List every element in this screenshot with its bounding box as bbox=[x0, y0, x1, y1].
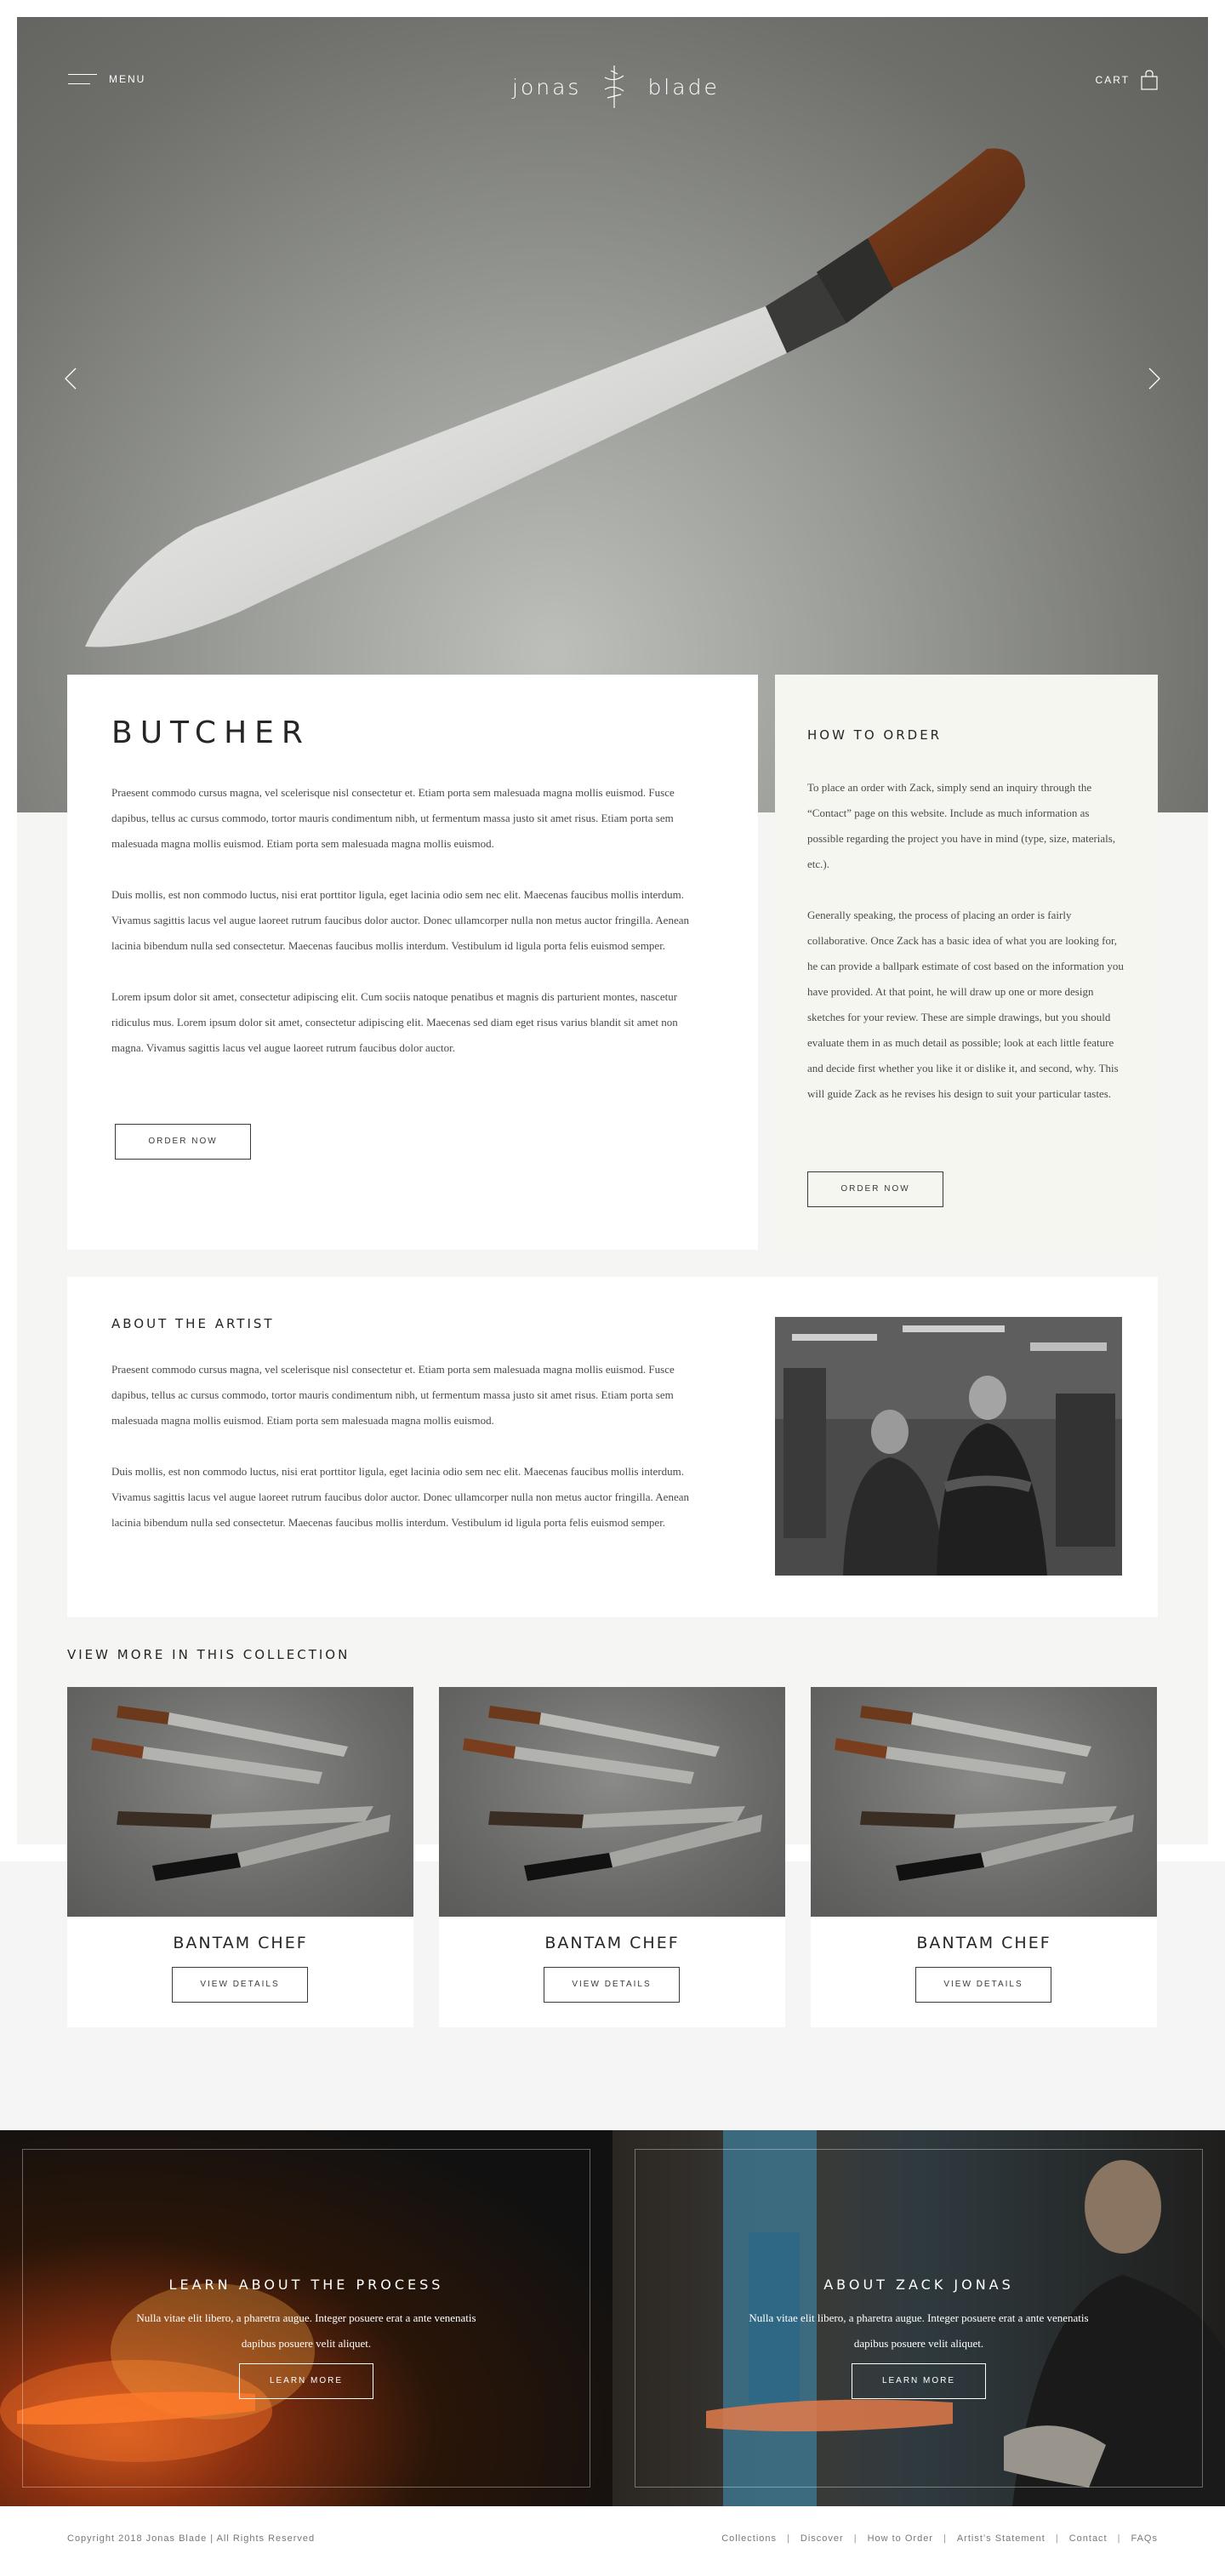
view-details-button[interactable]: VIEW DETAILS bbox=[915, 1967, 1051, 2003]
footer-link-artists-statement[interactable]: Artist’s Statement bbox=[957, 2533, 1046, 2544]
promo-text: Nulla vitae elit libero, a pharetra augu… bbox=[136, 2311, 476, 2350]
artist-paragraph: Duis mollis, est non commodo luctus, nis… bbox=[111, 1465, 689, 1529]
promo-title: ABOUT ZACK JONAS bbox=[823, 2277, 1014, 2293]
artist-paragraph: Praesent commodo cursus magna, vel scele… bbox=[111, 1363, 675, 1427]
collection-item[interactable]: BANTAM CHEF VIEW DETAILS bbox=[811, 1687, 1157, 2027]
collection-item-image bbox=[67, 1687, 413, 1917]
learn-more-button[interactable]: LEARN MORE bbox=[852, 2363, 986, 2399]
collection-item[interactable]: BANTAM CHEF VIEW DETAILS bbox=[67, 1687, 413, 2027]
footer-nav: Collections | Discover | How to Order | … bbox=[721, 2533, 1158, 2544]
how-to-order-paragraph: To place an order with Zack, simply send… bbox=[807, 781, 1116, 870]
site-logo[interactable]: jonas blade bbox=[512, 64, 720, 110]
top-navigation: MENU jonas blade CART bbox=[17, 17, 1208, 111]
cart-button[interactable]: CART bbox=[1096, 70, 1159, 90]
logo-word-right: blade bbox=[647, 74, 720, 100]
promo-process[interactable]: LEARN ABOUT THE PROCESS Nulla vitae elit… bbox=[0, 2130, 612, 2506]
how-to-order-text: To place an order with Zack, simply send… bbox=[807, 775, 1127, 1132]
learn-more-button[interactable]: LEARN MORE bbox=[239, 2363, 373, 2399]
logo-word-left: jonas bbox=[512, 74, 582, 100]
shopping-bag-icon bbox=[1141, 70, 1158, 90]
about-artist-title: ABOUT THE ARTIST bbox=[111, 1316, 275, 1331]
cart-label: CART bbox=[1095, 74, 1130, 86]
product-description: Praesent commodo cursus magna, vel scele… bbox=[111, 780, 712, 1086]
collection-item-name: BANTAM CHEF bbox=[916, 1934, 1051, 1952]
menu-label: MENU bbox=[109, 73, 146, 85]
site-footer: Copyright 2018 Jonas Blade | All Rights … bbox=[0, 2506, 1225, 2576]
footer-separator: | bbox=[1117, 2533, 1121, 2544]
about-artist-text: Praesent commodo cursus magna, vel scele… bbox=[111, 1357, 712, 1561]
collection-item[interactable]: BANTAM CHEF VIEW DETAILS bbox=[439, 1687, 785, 2027]
footer-separator: | bbox=[853, 2533, 858, 2544]
view-details-button[interactable]: VIEW DETAILS bbox=[544, 1967, 680, 2003]
footer-link-faqs[interactable]: FAQs bbox=[1131, 2533, 1158, 2544]
collection-title: VIEW MORE IN THIS COLLECTION bbox=[67, 1647, 350, 1662]
product-card: BUTCHER Praesent commodo cursus magna, v… bbox=[67, 675, 758, 1250]
collection-item-image bbox=[811, 1687, 1157, 1917]
chevron-right-icon bbox=[1148, 368, 1160, 390]
collection-item-name: BANTAM CHEF bbox=[544, 1934, 680, 1952]
copyright-text: Copyright 2018 Jonas Blade | All Rights … bbox=[67, 2533, 316, 2544]
menu-button[interactable]: MENU bbox=[68, 73, 145, 85]
how-to-order-paragraph: Generally speaking, the process of placi… bbox=[807, 909, 1124, 1100]
artist-photo bbox=[775, 1317, 1122, 1576]
hamburger-icon bbox=[68, 74, 97, 84]
promo-title: LEARN ABOUT THE PROCESS bbox=[168, 2277, 444, 2293]
collection-item-image bbox=[439, 1687, 785, 1917]
footer-link-how-to-order[interactable]: How to Order bbox=[868, 2533, 933, 2544]
carousel-prev-button[interactable] bbox=[65, 368, 77, 394]
product-paragraph: Praesent commodo cursus magna, vel scele… bbox=[111, 786, 675, 850]
footer-separator: | bbox=[943, 2533, 947, 2544]
how-to-order-title: HOW TO ORDER bbox=[807, 727, 943, 743]
footer-link-collections[interactable]: Collections bbox=[721, 2533, 777, 2544]
promo-text: Nulla vitae elit libero, a pharetra augu… bbox=[749, 2311, 1089, 2350]
footer-link-discover[interactable]: Discover bbox=[801, 2533, 844, 2544]
blade-logo-icon bbox=[605, 66, 624, 108]
footer-separator: | bbox=[1055, 2533, 1059, 2544]
promo-content: LEARN ABOUT THE PROCESS Nulla vitae elit… bbox=[0, 2130, 612, 2506]
product-paragraph: Duis mollis, est non commodo luctus, nis… bbox=[111, 888, 689, 952]
chevron-left-icon bbox=[65, 368, 77, 390]
footer-separator: | bbox=[787, 2533, 790, 2544]
how-to-order-button[interactable]: ORDER NOW bbox=[807, 1171, 943, 1207]
footer-link-contact[interactable]: Contact bbox=[1069, 2533, 1108, 2544]
product-title: BUTCHER bbox=[111, 715, 311, 750]
order-now-button[interactable]: ORDER NOW bbox=[115, 1124, 251, 1160]
product-paragraph: Lorem ipsum dolor sit amet, consectetur … bbox=[111, 990, 678, 1054]
carousel-next-button[interactable] bbox=[1148, 368, 1160, 394]
how-to-order-panel: HOW TO ORDER To place an order with Zack… bbox=[775, 675, 1158, 1250]
promo-content: ABOUT ZACK JONAS Nulla vitae elit libero… bbox=[612, 2130, 1225, 2506]
view-details-button[interactable]: VIEW DETAILS bbox=[172, 1967, 308, 2003]
promo-about-zack[interactable]: ABOUT ZACK JONAS Nulla vitae elit libero… bbox=[612, 2130, 1225, 2506]
about-artist-section: ABOUT THE ARTIST Praesent commodo cursus… bbox=[67, 1277, 1158, 1617]
collection-item-name: BANTAM CHEF bbox=[173, 1934, 308, 1952]
